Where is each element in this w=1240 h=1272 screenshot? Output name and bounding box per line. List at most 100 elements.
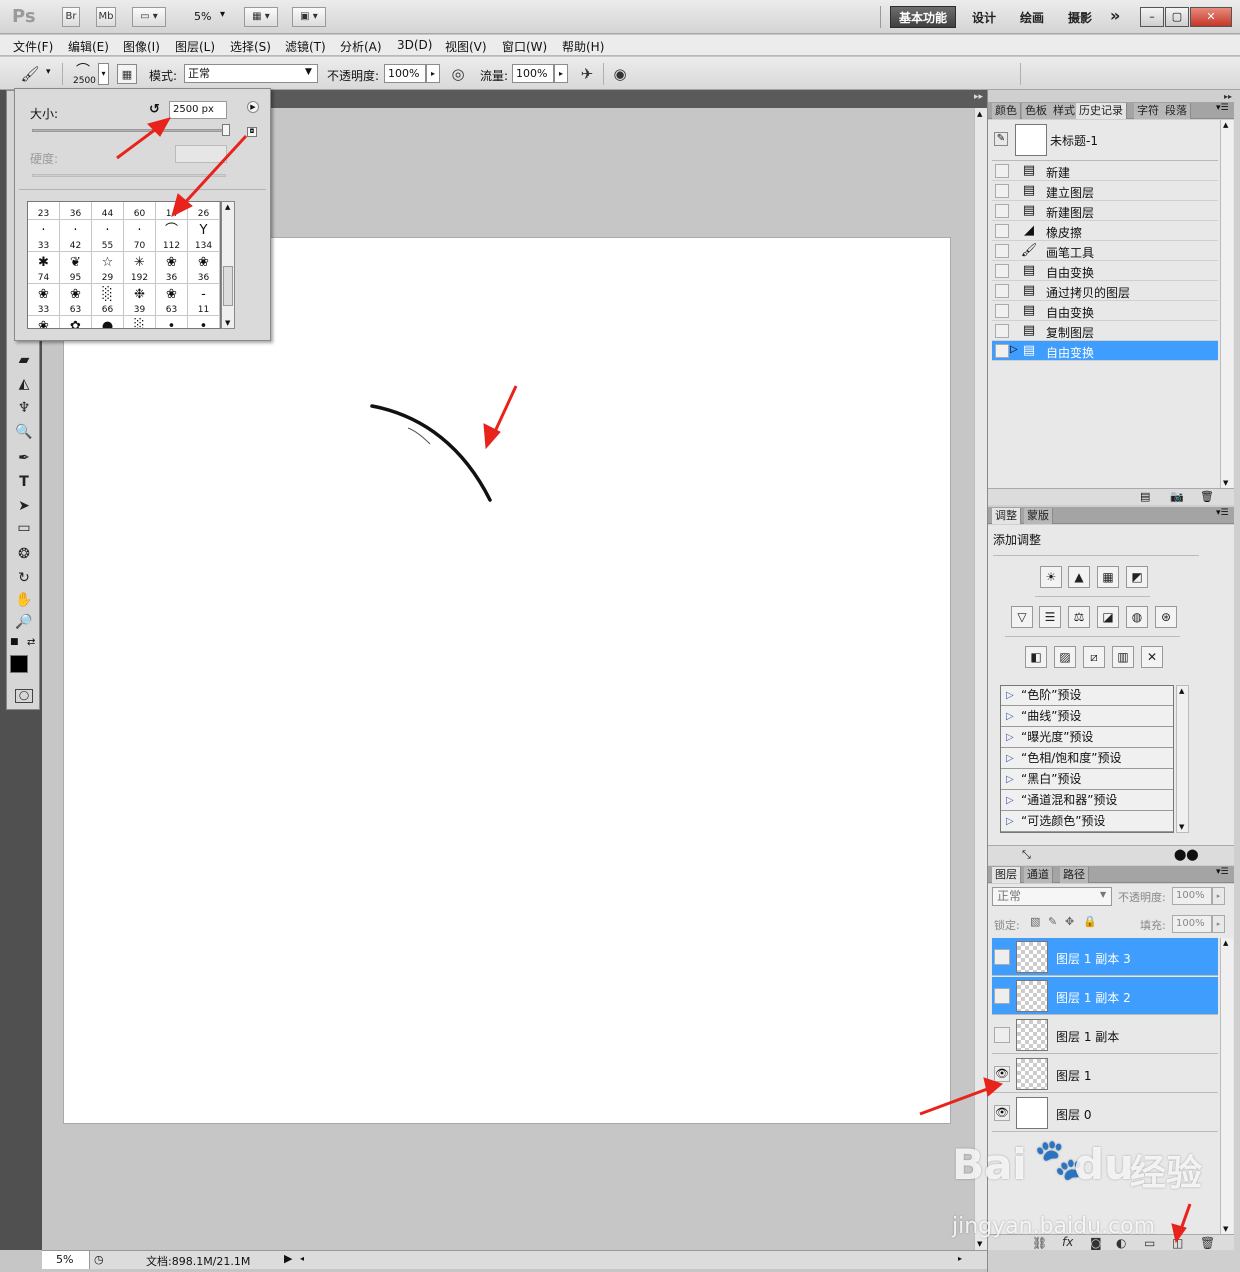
hue-saturation-icon[interactable]: ☰ [1039,606,1061,628]
pen-tool-icon[interactable]: ✒ [12,447,36,469]
menu-filter[interactable]: 滤镜(T) [285,38,326,55]
history-state[interactable]: ▤ 新建 [992,161,1218,181]
history-brush-source-checkbox[interactable] [995,224,1009,238]
history-state[interactable]: 🖌 画笔工具 [992,241,1218,261]
workspace-design[interactable]: 设计 [972,9,996,26]
history-brush-source-checkbox[interactable] [995,164,1009,178]
brush-preset-cell[interactable]: ⌒ 112 [156,220,188,252]
blend-mode-select[interactable]: 正常 [992,887,1112,906]
brush-preset-picker[interactable]: ⌒ 2500 [70,60,98,88]
adjustment-preset-row[interactable]: ▷ “色阶”预设 [1001,686,1173,706]
delete-layer-icon[interactable]: 🗑 [1200,1236,1215,1250]
expand-triangle-icon[interactable]: ▷ [1006,749,1014,768]
exposure-icon[interactable]: ◩ [1126,566,1148,588]
brush-tool-preset-icon[interactable]: 🖌 [20,64,40,84]
canvas[interactable] [64,238,950,1123]
tab-color[interactable]: 颜色 [992,103,1021,119]
layer-row[interactable]: 图层 1 副本 2 [992,977,1218,1015]
scroll-down-icon[interactable]: ▼ [1223,1225,1228,1233]
panel-menu-icon[interactable]: ▾☰ [1216,867,1229,877]
eye-icon[interactable]: 👁 [994,1066,1010,1082]
chevron-down-icon[interactable]: ▾ [46,67,51,77]
brush-preset-cell[interactable]: ❦ 95 [60,252,92,284]
clip-to-layer-icon[interactable]: ⬤⬤ [1174,848,1199,861]
tab-styles[interactable]: 样式 [1050,103,1079,119]
history-brush-source-checkbox[interactable] [995,304,1009,318]
history-state[interactable]: ▤ 通过拷贝的图层 [992,281,1218,301]
eraser-tool-icon[interactable]: ▰ [12,349,36,371]
history-brush-source-checkbox[interactable] [995,184,1009,198]
new-document-from-state-icon[interactable]: ▤ [1140,490,1150,503]
expand-triangle-icon[interactable]: ▷ [1006,728,1014,747]
brush-preset-cell[interactable]: ✱ 74 [28,252,60,284]
panel-menu-icon[interactable]: ▾☰ [1216,103,1229,113]
more-workspaces-icon[interactable]: » [1110,6,1120,25]
new-layer-icon[interactable]: ◫ [1172,1236,1183,1250]
layer-thumbnail[interactable] [1016,1019,1048,1051]
photo-filter-icon[interactable]: ◍ [1126,606,1148,628]
menu-file[interactable]: 文件(F) [13,38,53,55]
hand-tool-icon[interactable]: ✋ [12,589,36,611]
history-brush-source-checkbox[interactable] [995,264,1009,278]
layer-thumbnail[interactable] [1016,1097,1048,1129]
brush-size-input[interactable]: 2500 px [169,101,227,119]
tab-masks[interactable]: 蒙版 [1024,508,1053,524]
invert-icon[interactable]: ◧ [1025,646,1047,668]
history-scrollbar[interactable]: ▲ ▼ [1220,120,1233,488]
layer-opacity-input[interactable]: 100% [1172,887,1212,905]
menu-help[interactable]: 帮助(H) [562,38,604,55]
lock-transparent-icon[interactable]: ▧ [1030,915,1040,928]
brush-preset-cell[interactable]: • [156,316,188,328]
adjustment-preset-row[interactable]: ▷ “通道混和器”预设 [1001,791,1173,811]
layer-name[interactable]: 图层 1 副本 3 [1056,950,1131,967]
visibility-toggle[interactable] [994,1027,1010,1043]
brush-preset-cell[interactable]: ❀ 33 [28,284,60,316]
fill-slider-button[interactable]: ▸ [1212,915,1225,933]
status-zoom-field[interactable]: 5% [42,1251,90,1269]
popup-menu-icon[interactable]: ▶ [247,101,259,113]
layer-row[interactable]: 👁 图层 0 [992,1094,1218,1132]
history-state[interactable]: ▤ 自由变换 [992,261,1218,281]
history-state[interactable]: ▤ 自由变换 [992,301,1218,321]
black-white-icon[interactable]: ◪ [1097,606,1119,628]
posterize-icon[interactable]: ▨ [1054,646,1076,668]
new-snapshot-icon[interactable]: 📷 [1170,490,1184,503]
scroll-down-icon[interactable]: ▼ [1179,823,1184,831]
view-extras-button[interactable]: ▭ ▾ [132,7,166,27]
color-balance-icon[interactable]: ⚖ [1068,606,1090,628]
history-brush-source-checkbox[interactable] [995,324,1009,338]
brush-preset-cell[interactable]: ● [92,316,124,328]
new-preset-icon[interactable]: ◘ [247,127,257,137]
layer-name[interactable]: 图层 1 副本 [1056,1028,1119,1045]
brush-preset-cell[interactable]: ❀ 36 [188,252,220,284]
brush-preset-cell[interactable]: ✿ [60,316,92,328]
brush-preset-cell[interactable]: · 33 [28,220,60,252]
adjustment-preset-row[interactable]: ▷ “可选颜色”预设 [1001,812,1173,832]
tab-paragraph[interactable]: 段落 [1162,103,1191,119]
brush-preset-cell[interactable]: 44 [92,202,124,220]
history-state[interactable]: ▤ 新建图层 [992,201,1218,221]
3d-rotate-tool-icon[interactable]: ❂ [12,543,36,565]
airbrush-icon[interactable]: ✈ [577,64,597,84]
vertical-scrollbar[interactable]: ▲ ▼ [974,108,987,1250]
tab-history[interactable]: 历史记录 [1076,103,1127,119]
brush-preset-cell[interactable]: ❀ 63 [156,284,188,316]
scroll-down-icon[interactable]: ▼ [977,1240,982,1248]
history-brush-source-checkbox[interactable] [995,244,1009,258]
layers-scrollbar[interactable]: ▲ ▼ [1220,938,1233,1234]
layer-name[interactable]: 图层 1 [1056,1067,1091,1084]
scroll-down-icon[interactable]: ▼ [225,319,230,327]
collapse-panel-icon[interactable]: ▸▸ [974,92,983,102]
layer-row[interactable]: 👁 图层 1 [992,1055,1218,1093]
brightness-contrast-icon[interactable]: ☀ [1040,566,1062,588]
adjustment-preset-row[interactable]: ▷ “黑白”预设 [1001,770,1173,790]
expand-triangle-icon[interactable]: ▷ [1006,770,1014,789]
scroll-up-icon[interactable]: ▲ [977,110,982,118]
visibility-toggle[interactable] [994,988,1010,1004]
brush-grid-scrollbar[interactable]: ▲ ▼ [221,201,235,329]
scroll-down-icon[interactable]: ▼ [1223,479,1228,487]
paint-bucket-tool-icon[interactable]: ◭ [12,373,36,395]
horizontal-scroll-right-icon[interactable]: ▸ [958,1254,962,1263]
menu-window[interactable]: 窗口(W) [502,38,547,55]
menu-view[interactable]: 视图(V) [445,38,487,55]
